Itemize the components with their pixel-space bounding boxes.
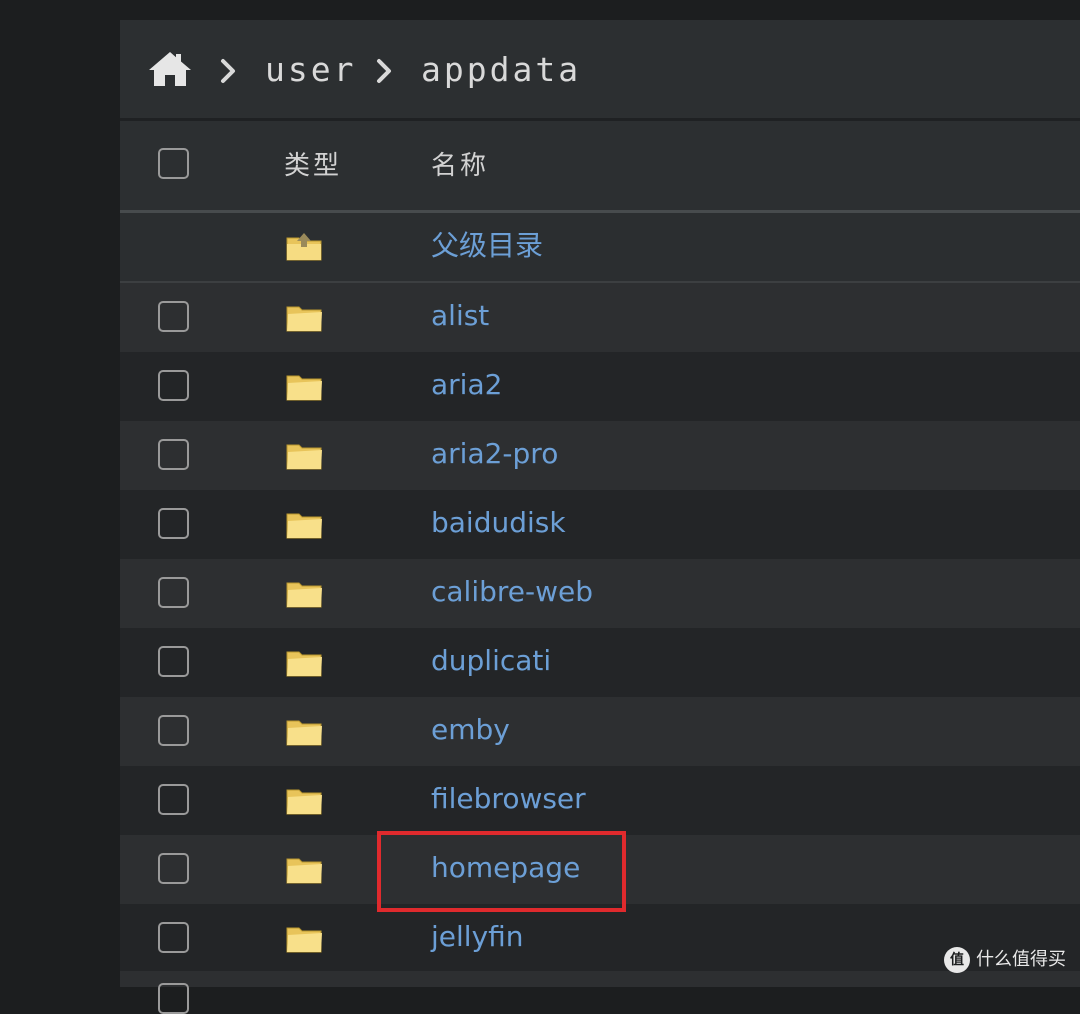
folder-link[interactable]: duplicati bbox=[431, 642, 551, 680]
folder-icon bbox=[285, 440, 323, 472]
row-checkbox[interactable] bbox=[158, 646, 189, 677]
table-row[interactable]: alist bbox=[120, 283, 1080, 352]
table-row[interactable]: jellyfin bbox=[120, 904, 1080, 973]
folder-icon bbox=[285, 509, 323, 541]
top-strip bbox=[120, 0, 1080, 20]
row-checkbox[interactable] bbox=[158, 439, 189, 470]
row-checkbox[interactable] bbox=[158, 784, 189, 815]
breadcrumb-item-user[interactable]: user bbox=[265, 48, 356, 92]
table-header: 类型 名称 bbox=[120, 121, 1080, 213]
folder-icon bbox=[285, 785, 323, 817]
table-row[interactable]: emby bbox=[120, 697, 1080, 766]
folder-link[interactable]: jellyfin bbox=[431, 918, 524, 956]
chevron-right-icon bbox=[374, 57, 394, 85]
folder-link[interactable]: homepage bbox=[431, 849, 580, 887]
folder-icon bbox=[285, 302, 323, 334]
folder-link[interactable]: aria2 bbox=[431, 366, 502, 404]
folder-icon bbox=[285, 854, 323, 886]
left-pane bbox=[0, 0, 120, 987]
watermark-text: 什么值得买 bbox=[976, 948, 1066, 972]
row-checkbox[interactable] bbox=[158, 577, 189, 608]
parent-directory-row[interactable]: 父级目录 bbox=[120, 213, 1080, 283]
folder-icon bbox=[285, 371, 323, 403]
breadcrumb: user appdata bbox=[120, 20, 1080, 121]
file-table: 类型 名称 父级目录 alist aria2 aria2-pro bbox=[120, 121, 1080, 973]
table-row[interactable]: aria2-pro bbox=[120, 421, 1080, 490]
row-checkbox[interactable] bbox=[158, 983, 189, 1014]
table-row[interactable]: baidudisk bbox=[120, 490, 1080, 559]
folder-icon bbox=[285, 716, 323, 748]
folder-link[interactable]: emby bbox=[431, 711, 510, 749]
table-row[interactable]: homepage bbox=[120, 835, 1080, 904]
folder-icon bbox=[285, 578, 323, 610]
folder-icon bbox=[285, 647, 323, 679]
folder-link[interactable]: alist bbox=[431, 297, 489, 335]
table-row[interactable]: calibre-web bbox=[120, 559, 1080, 628]
row-checkbox[interactable] bbox=[158, 301, 189, 332]
column-header-name[interactable]: 名称 bbox=[431, 149, 489, 183]
folder-link[interactable]: aria2-pro bbox=[431, 435, 558, 473]
parent-directory-link[interactable]: 父级目录 bbox=[431, 227, 543, 265]
table-row[interactable]: duplicati bbox=[120, 628, 1080, 697]
home-icon[interactable] bbox=[147, 50, 193, 88]
folder-up-icon bbox=[285, 230, 323, 262]
folder-link[interactable]: baidudisk bbox=[431, 504, 566, 542]
watermark: 值 什么值得买 bbox=[944, 947, 1066, 973]
row-checkbox[interactable] bbox=[158, 922, 189, 953]
select-all-checkbox[interactable] bbox=[158, 148, 189, 179]
table-row-partial bbox=[120, 971, 1080, 987]
chevron-right-icon bbox=[218, 57, 238, 85]
breadcrumb-item-appdata[interactable]: appdata bbox=[421, 48, 581, 92]
column-header-type[interactable]: 类型 bbox=[284, 149, 342, 183]
row-checkbox[interactable] bbox=[158, 370, 189, 401]
folder-link[interactable]: filebrowser bbox=[431, 780, 586, 818]
folder-link[interactable]: calibre-web bbox=[431, 573, 593, 611]
row-checkbox[interactable] bbox=[158, 715, 189, 746]
row-checkbox[interactable] bbox=[158, 508, 189, 539]
row-checkbox[interactable] bbox=[158, 853, 189, 884]
table-row[interactable]: aria2 bbox=[120, 352, 1080, 421]
folder-icon bbox=[285, 923, 323, 955]
table-row[interactable]: filebrowser bbox=[120, 766, 1080, 835]
watermark-logo: 值 bbox=[944, 947, 970, 973]
